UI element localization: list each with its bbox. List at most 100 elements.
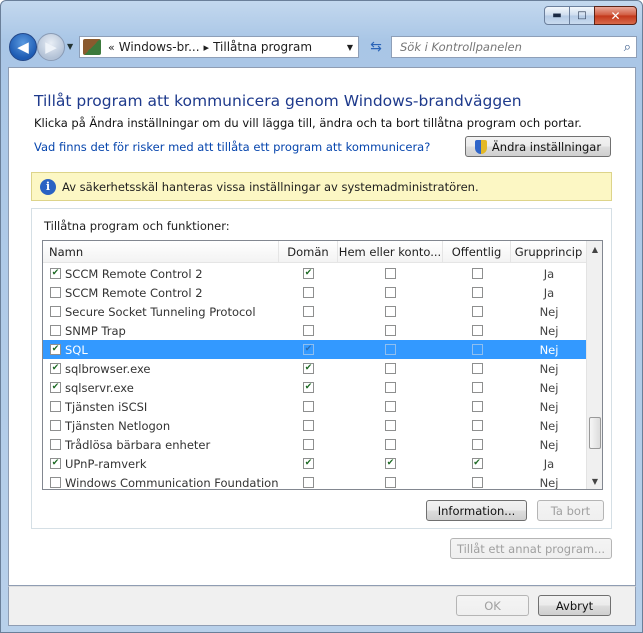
back-button[interactable]: ◀	[9, 33, 37, 61]
home-checkbox[interactable]	[385, 363, 396, 374]
program-enabled-checkbox[interactable]: ✔	[50, 268, 61, 279]
forward-button[interactable]: ▶	[37, 33, 65, 61]
ok-button[interactable]: OK	[456, 595, 529, 616]
forward-arrow-icon: ▶	[45, 38, 57, 56]
address-dropdown-icon[interactable]: ▼	[347, 43, 353, 52]
domain-checkbox[interactable]	[303, 287, 314, 298]
program-enabled-checkbox[interactable]	[50, 401, 61, 412]
domain-checkbox[interactable]	[303, 439, 314, 450]
home-checkbox[interactable]	[385, 477, 396, 488]
home-checkbox[interactable]	[385, 268, 396, 279]
domain-checkbox[interactable]	[303, 477, 314, 488]
home-checkbox[interactable]	[385, 344, 396, 355]
table-row[interactable]: SCCM Remote Control 2 Ja	[43, 283, 587, 302]
program-enabled-checkbox[interactable]	[50, 420, 61, 431]
breadcrumb-overflow[interactable]: «	[108, 41, 115, 54]
change-settings-button[interactable]: Ändra inställningar	[465, 136, 611, 157]
domain-checkbox[interactable]: ✔	[303, 344, 314, 355]
public-checkbox[interactable]	[471, 382, 483, 393]
column-header-public[interactable]: Offentlig	[443, 241, 511, 263]
home-checkbox[interactable]	[385, 439, 396, 450]
program-name-cell: Tjänsten iSCSI	[43, 400, 279, 414]
table-row[interactable]: SNMP Trap Nej	[43, 321, 587, 340]
column-header-group-policy[interactable]: Grupprincip	[511, 241, 587, 263]
domain-checkbox[interactable]: ✔	[303, 382, 314, 393]
scroll-up-icon[interactable]: ▲	[587, 241, 602, 257]
public-checkbox[interactable]	[471, 477, 483, 488]
program-enabled-checkbox[interactable]	[50, 325, 61, 336]
table-row[interactable]: Windows Communication Foundation Nej	[43, 473, 587, 489]
minimize-button[interactable]: ▬	[544, 6, 570, 25]
public-checkbox-cell	[443, 321, 511, 340]
public-checkbox-cell	[443, 435, 511, 454]
program-name: SCCM Remote Control 2	[65, 285, 203, 300]
public-checkbox[interactable]	[471, 344, 483, 355]
cancel-button[interactable]: Avbryt	[538, 595, 611, 616]
breadcrumb-allowed-programs[interactable]: Tillåtna program	[213, 40, 312, 54]
public-checkbox[interactable]	[471, 420, 483, 431]
risk-info-link[interactable]: Vad finns det för risker med att tillåta…	[34, 140, 430, 154]
table-row[interactable]: Tjänsten iSCSI Nej	[43, 397, 587, 416]
programs-list[interactable]: Namn Domän Hem eller konto... Offentlig …	[42, 240, 603, 490]
table-row[interactable]: ✔ sqlservr.exe ✔ Nej	[43, 378, 587, 397]
program-enabled-checkbox[interactable]: ✔	[50, 382, 61, 393]
domain-checkbox[interactable]	[303, 306, 314, 317]
domain-checkbox[interactable]	[303, 401, 314, 412]
domain-checkbox[interactable]: ✔	[303, 363, 314, 374]
breadcrumb-chevron-icon[interactable]: ▸	[204, 41, 210, 54]
public-checkbox[interactable]	[471, 287, 483, 298]
table-row[interactable]: Secure Socket Tunneling Protocol Nej	[43, 302, 587, 321]
scroll-down-icon[interactable]: ▼	[587, 473, 602, 489]
public-checkbox[interactable]	[471, 325, 483, 336]
public-checkbox[interactable]	[471, 268, 483, 279]
table-row[interactable]: ✔ sqlbrowser.exe ✔ Nej	[43, 359, 587, 378]
program-enabled-checkbox[interactable]	[50, 287, 61, 298]
close-button[interactable]: ✕	[594, 6, 637, 25]
home-checkbox[interactable]	[385, 420, 396, 431]
program-enabled-checkbox[interactable]	[50, 306, 61, 317]
search-input[interactable]: Sök i Kontrollpanelen ⌕	[391, 36, 637, 58]
home-checkbox[interactable]	[385, 401, 396, 412]
column-header-domain[interactable]: Domän	[279, 241, 338, 263]
home-checkbox[interactable]	[385, 306, 396, 317]
window: ▬ □ ✕ ◀ ▶ ▼ « Windows-br... ▸ Tillåtna p…	[0, 0, 643, 633]
public-checkbox[interactable]	[471, 363, 483, 374]
public-checkbox[interactable]	[471, 401, 483, 412]
public-checkbox[interactable]: ✔	[471, 458, 483, 469]
scrollbar-thumb[interactable]	[589, 417, 601, 449]
home-checkbox[interactable]	[385, 325, 396, 336]
program-enabled-checkbox[interactable]: ✔	[50, 458, 61, 469]
home-checkbox-cell	[338, 473, 443, 489]
column-header-name[interactable]: Namn	[43, 241, 279, 263]
allow-another-program-button[interactable]: Tillåt ett annat program...	[450, 538, 612, 559]
program-enabled-checkbox[interactable]	[50, 439, 61, 450]
domain-checkbox-cell: ✔	[279, 378, 338, 397]
column-header-home[interactable]: Hem eller konto...	[338, 241, 443, 263]
table-row[interactable]: Trådlösa bärbara enheter Nej	[43, 435, 587, 454]
program-enabled-checkbox[interactable]: ✔	[50, 363, 61, 374]
public-checkbox[interactable]	[471, 439, 483, 450]
domain-checkbox[interactable]	[303, 325, 314, 336]
program-enabled-checkbox[interactable]	[50, 477, 61, 488]
address-bar[interactable]: « Windows-br... ▸ Tillåtna program ▼	[79, 36, 359, 58]
program-enabled-checkbox[interactable]: ✔	[50, 344, 61, 355]
information-button[interactable]: Information...	[426, 500, 527, 521]
domain-checkbox[interactable]: ✔	[303, 458, 314, 469]
table-row[interactable]: Tjänsten Netlogon Nej	[43, 416, 587, 435]
search-icon[interactable]: ⌕	[624, 40, 631, 55]
remove-button[interactable]: Ta bort	[537, 500, 604, 521]
public-checkbox[interactable]	[471, 306, 483, 317]
vertical-scrollbar[interactable]: ▲ ▼	[586, 241, 602, 489]
domain-checkbox[interactable]	[303, 420, 314, 431]
home-checkbox[interactable]: ✔	[385, 458, 396, 469]
home-checkbox[interactable]	[385, 382, 396, 393]
maximize-button[interactable]: □	[569, 6, 595, 25]
domain-checkbox[interactable]: ✔	[303, 268, 314, 279]
refresh-button[interactable]: ⇆	[363, 36, 389, 58]
history-dropdown-icon[interactable]: ▼	[67, 42, 73, 51]
table-row[interactable]: ✔ SQL ✔ Nej	[43, 340, 587, 359]
table-row[interactable]: ✔ SCCM Remote Control 2 ✔ Ja	[43, 264, 587, 283]
home-checkbox[interactable]	[385, 287, 396, 298]
breadcrumb-firewall[interactable]: Windows-br...	[119, 40, 200, 54]
table-row[interactable]: ✔ UPnP-ramverk ✔ ✔ ✔ Ja	[43, 454, 587, 473]
